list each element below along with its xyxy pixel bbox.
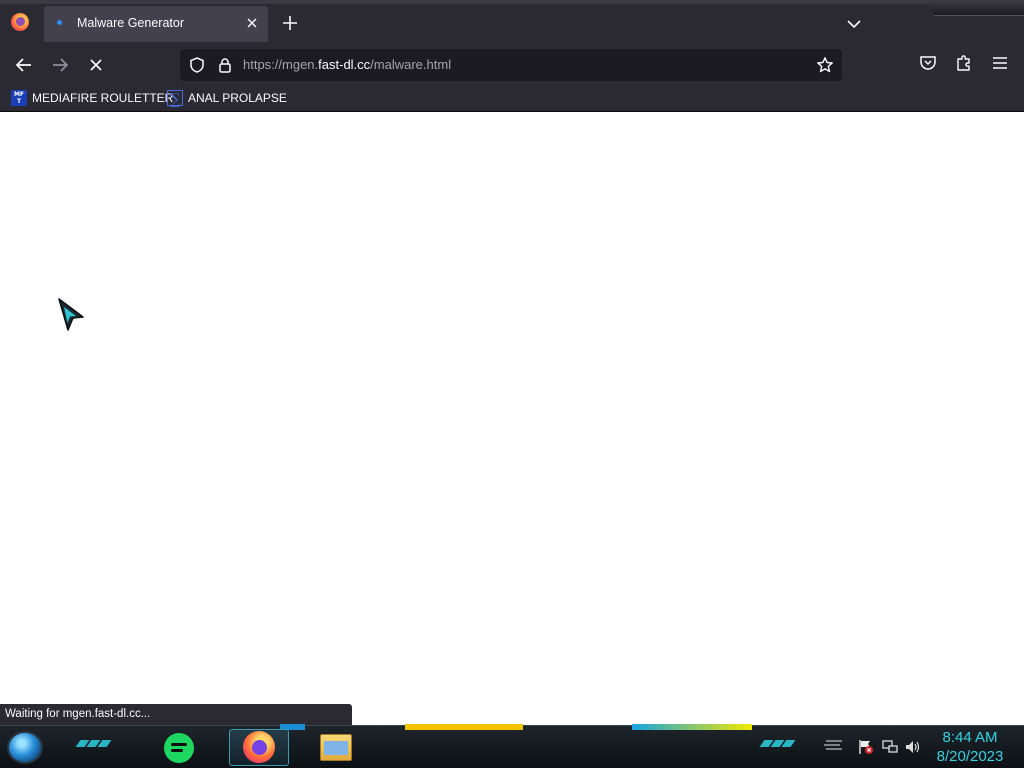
hamburger-menu-icon bbox=[993, 57, 1007, 69]
stop-x-icon bbox=[90, 59, 102, 71]
stop-button[interactable] bbox=[84, 53, 108, 77]
bars-icon[interactable] bbox=[822, 739, 844, 753]
plus-icon bbox=[283, 16, 297, 30]
navigation-toolbar: https://mgen.fast-dl.cc/malware.html bbox=[0, 45, 1024, 85]
chevron-decoration-icon bbox=[75, 740, 112, 747]
forward-button[interactable] bbox=[48, 53, 72, 77]
tab-malware-generator[interactable]: Malware Generator bbox=[44, 6, 268, 42]
loading-dot-icon bbox=[57, 20, 62, 25]
address-bar[interactable]: https://mgen.fast-dl.cc/malware.html bbox=[180, 49, 842, 81]
app-menu-button[interactable] bbox=[990, 53, 1010, 77]
bookmarks-toolbar: MF T MEDIAFIRE ROULETTER ∑ ANAL PROLAPSE bbox=[0, 85, 1024, 112]
bookmark-label: MEDIAFIRE ROULETTER bbox=[32, 91, 174, 105]
arrow-left-icon bbox=[15, 58, 31, 72]
status-panel: Waiting for mgen.fast-dl.cc... bbox=[0, 704, 352, 725]
file-explorer-icon[interactable] bbox=[320, 734, 352, 761]
bookmark-label: ANAL PROLAPSE bbox=[188, 91, 287, 105]
firefox-icon[interactable] bbox=[243, 731, 275, 763]
sigma-icon: ∑ bbox=[167, 90, 183, 107]
taskbar-accent-strip bbox=[632, 724, 752, 730]
bookmark-mediafire-rouletter[interactable]: MF T MEDIAFIRE ROULETTER bbox=[11, 88, 173, 108]
puzzle-piece-icon bbox=[957, 55, 970, 71]
lock-icon[interactable] bbox=[216, 56, 234, 74]
url-prefix: https://mgen. bbox=[243, 57, 319, 72]
pocket-button[interactable] bbox=[918, 53, 938, 77]
extensions-button[interactable] bbox=[954, 53, 974, 77]
shield-icon[interactable] bbox=[188, 56, 206, 74]
close-tab-button[interactable] bbox=[242, 13, 262, 33]
url-text[interactable]: https://mgen.fast-dl.cc/malware.html bbox=[243, 57, 451, 72]
clock-date[interactable]: 8/20/2023 bbox=[920, 748, 1020, 765]
window-frame-ornament bbox=[928, 0, 1024, 16]
url-path: /malware.html bbox=[370, 57, 452, 72]
spotify-icon[interactable] bbox=[164, 733, 194, 763]
new-tab-button[interactable] bbox=[278, 11, 302, 35]
taskbar-accent-strip bbox=[405, 724, 523, 730]
back-button[interactable] bbox=[12, 53, 36, 77]
chevron-down-icon bbox=[847, 20, 861, 29]
chevron-decoration-icon bbox=[759, 740, 796, 747]
status-text: Waiting for mgen.fast-dl.cc... bbox=[5, 708, 151, 720]
close-icon bbox=[247, 18, 257, 28]
start-button[interactable] bbox=[7, 731, 43, 764]
url-host: fast-dl.cc bbox=[318, 57, 371, 72]
network-icon[interactable] bbox=[881, 739, 899, 755]
arrow-right-icon bbox=[53, 58, 69, 72]
firefox-logo-icon[interactable] bbox=[11, 13, 29, 31]
page-content[interactable] bbox=[0, 113, 1024, 725]
pocket-icon bbox=[920, 56, 936, 70]
taskbar: 8:44 AM 8/20/2023 bbox=[0, 724, 1024, 768]
bookmark-anal-prolapse[interactable]: ∑ ANAL PROLAPSE bbox=[167, 88, 287, 108]
mouse-cursor-icon bbox=[58, 298, 84, 331]
clock-time[interactable]: 8:44 AM bbox=[920, 729, 1020, 746]
mediafire-icon: MF T bbox=[11, 90, 27, 106]
list-all-tabs-button[interactable] bbox=[842, 12, 866, 36]
star-bookmark-icon[interactable] bbox=[816, 56, 834, 74]
tab-strip: Malware Generator bbox=[0, 0, 1024, 45]
tab-title: Malware Generator bbox=[77, 16, 184, 30]
flag-icon[interactable] bbox=[858, 739, 874, 755]
